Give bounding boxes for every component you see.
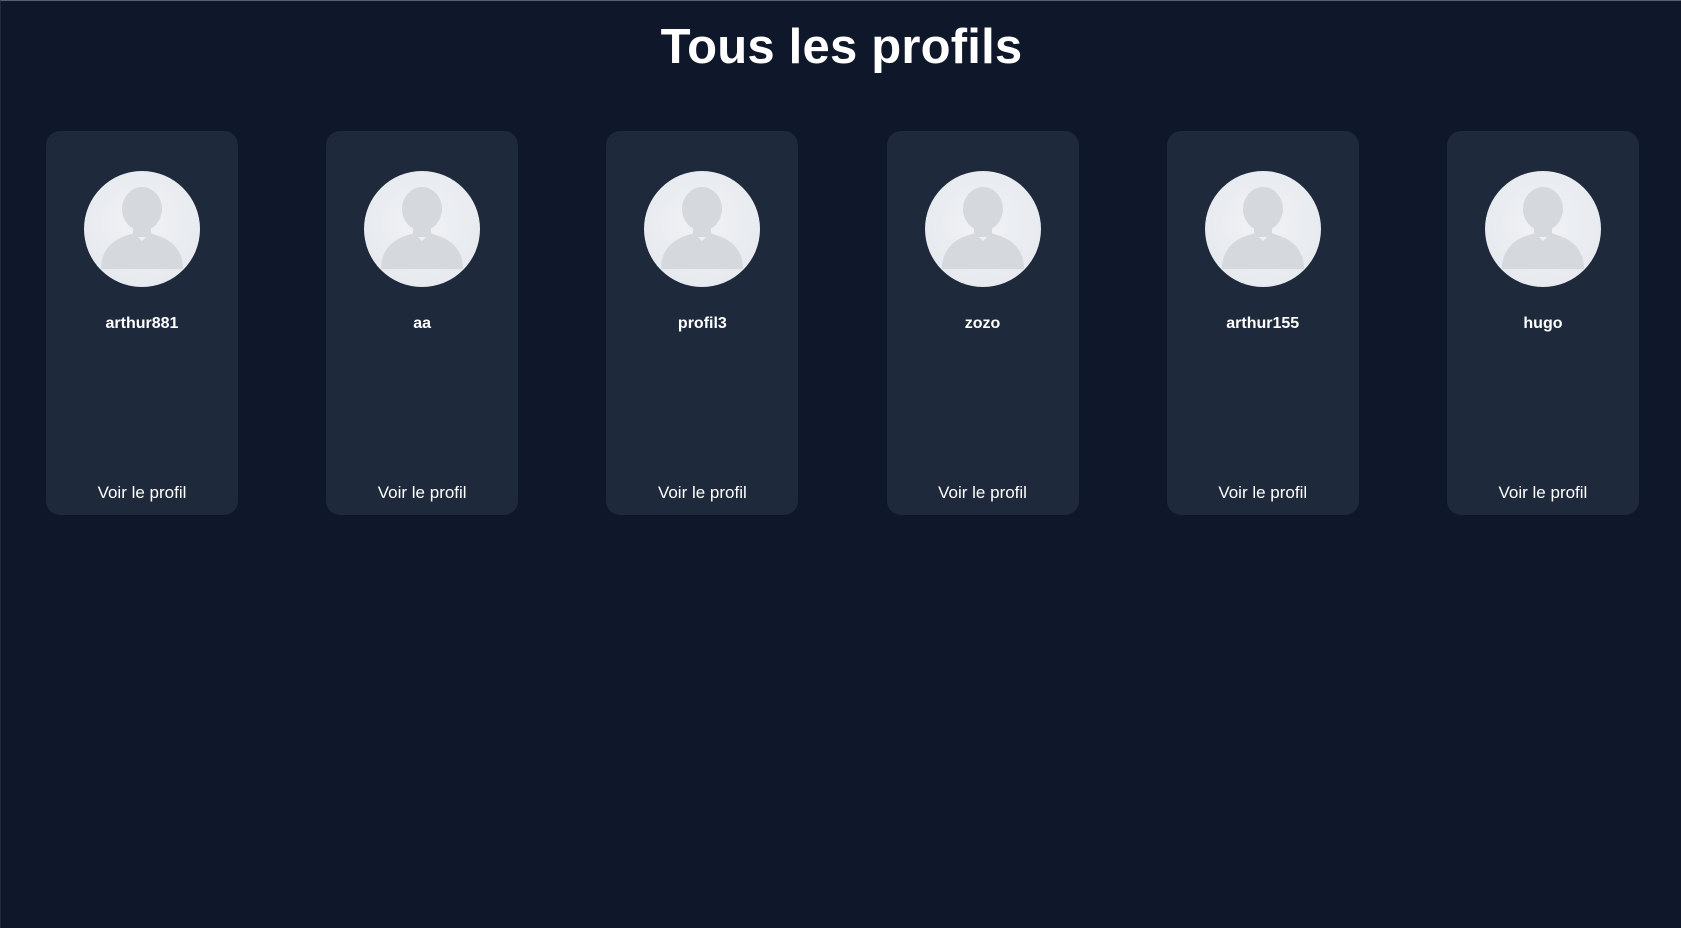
profile-card: aa Voir le profil xyxy=(326,131,519,515)
view-profile-link[interactable]: Voir le profil xyxy=(326,483,518,503)
profile-grid: arthur881 Voir le profil aa Voir le prof… xyxy=(46,131,1639,515)
view-profile-link[interactable]: Voir le profil xyxy=(1167,483,1359,503)
avatar xyxy=(1204,171,1321,287)
default-user-icon xyxy=(1501,187,1584,269)
view-profile-link[interactable]: Voir le profil xyxy=(606,483,798,503)
avatar xyxy=(924,171,1041,287)
default-user-icon xyxy=(1221,187,1304,269)
profile-username: zozo xyxy=(964,315,1001,332)
default-user-icon xyxy=(941,187,1024,269)
profile-username: arthur155 xyxy=(1226,315,1300,332)
profile-username: arthur881 xyxy=(105,315,179,332)
profile-username: aa xyxy=(413,315,432,332)
avatar xyxy=(644,171,761,287)
avatar xyxy=(364,171,481,287)
avatar xyxy=(1484,171,1601,287)
profile-card: arthur155 Voir le profil xyxy=(1166,131,1359,515)
profile-username: hugo xyxy=(1523,315,1563,332)
default-user-icon xyxy=(661,187,744,269)
page-title: Tous les profils xyxy=(660,20,1023,74)
profile-card: zozo Voir le profil xyxy=(886,131,1079,515)
view-profile-link[interactable]: Voir le profil xyxy=(1447,483,1639,503)
profile-card: profil3 Voir le profil xyxy=(606,131,799,515)
profile-card: hugo Voir le profil xyxy=(1446,131,1639,515)
default-user-icon xyxy=(381,187,464,269)
profile-username: profil3 xyxy=(677,315,727,332)
view-profile-link[interactable]: Voir le profil xyxy=(46,483,238,503)
profile-card: arthur881 Voir le profil xyxy=(46,131,238,515)
default-user-icon xyxy=(101,187,183,269)
avatar xyxy=(84,171,200,287)
view-profile-link[interactable]: Voir le profil xyxy=(887,483,1079,503)
